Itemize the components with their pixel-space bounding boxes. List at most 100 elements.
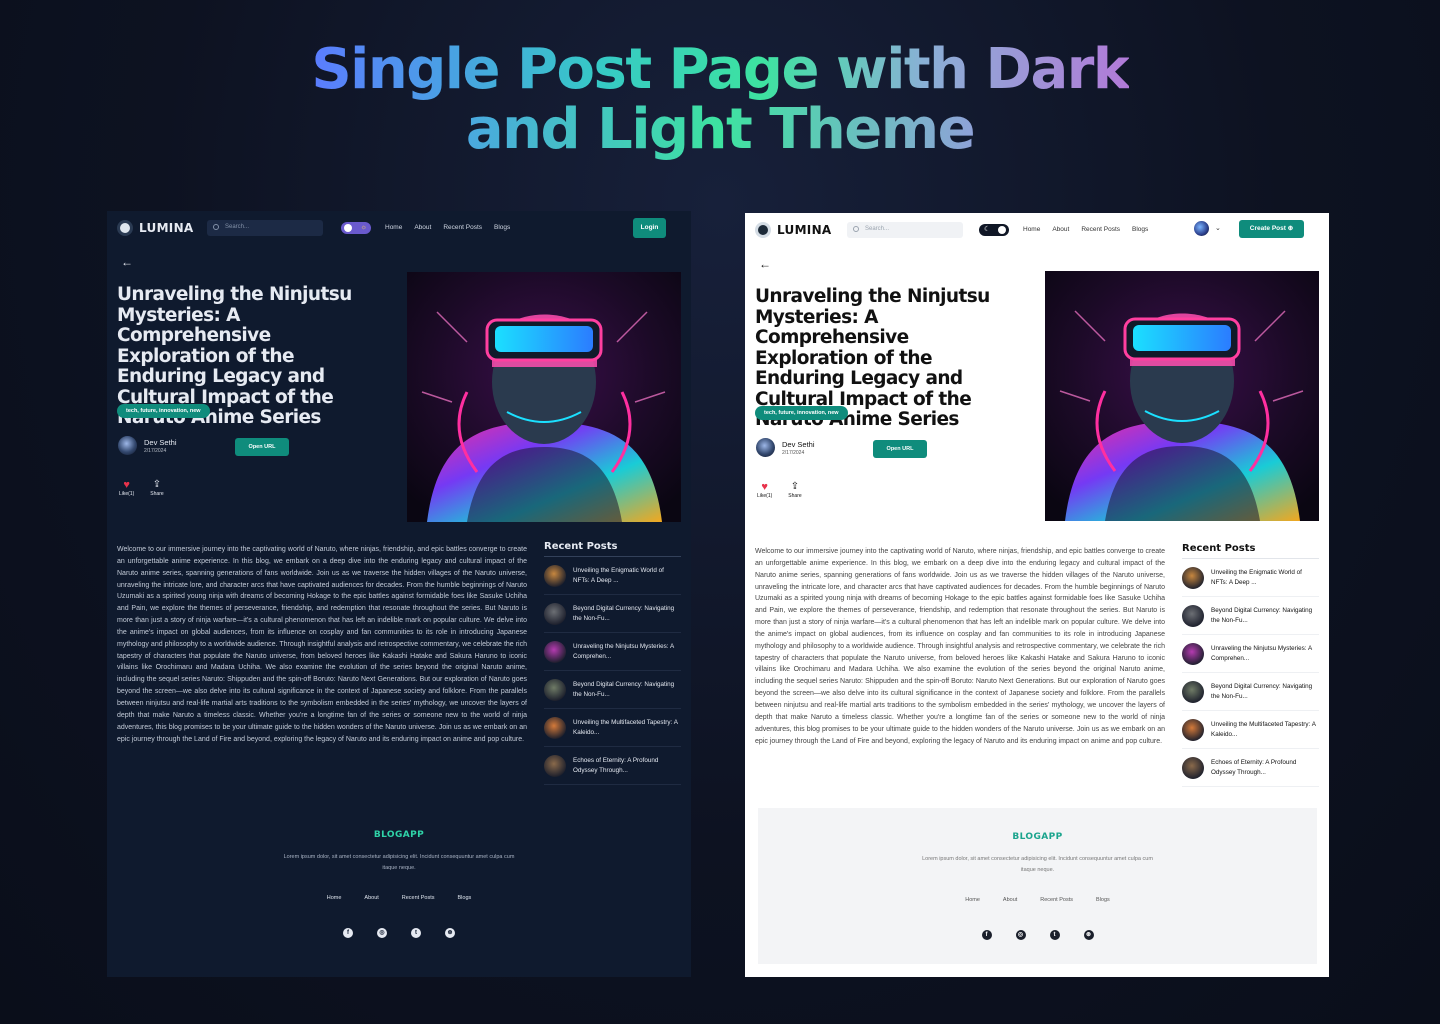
recent-post-title: Unveiling the Enigmatic World of NFTs: A…: [1211, 569, 1302, 586]
recent-post-item[interactable]: Unveiling the Enigmatic World of NFTs: A…: [1182, 559, 1319, 597]
recent-post-thumbnail: [544, 678, 566, 701]
recent-post-item[interactable]: Unveiling the Enigmatic World of NFTs: A…: [544, 557, 681, 595]
chevron-down-icon[interactable]: ⌄: [1215, 224, 1221, 232]
recent-post-item[interactable]: Unveiling the Multifaceted Tapestry: A K…: [544, 709, 681, 747]
recent-post-item[interactable]: Beyond Digital Currency: Navigating the …: [544, 595, 681, 633]
facebook-icon[interactable]: f: [343, 928, 353, 938]
footer-link-blogs[interactable]: Blogs: [1096, 897, 1110, 903]
logo-icon: [755, 222, 771, 238]
recent-post-thumbnail: [544, 640, 566, 663]
share-button[interactable]: ⇪ Share: [788, 481, 801, 499]
twitter-icon[interactable]: t: [411, 928, 421, 938]
like-label: Like(1): [757, 493, 773, 499]
nav-about[interactable]: About: [414, 224, 431, 231]
recent-post-title: Echoes of Eternity: A Profound Odyssey T…: [573, 757, 659, 774]
post-actions: ♥ Like(1) ⇪ Share: [757, 481, 802, 499]
footer-links: Home About Recent Posts Blogs: [107, 895, 691, 901]
post-date: 2/17/2024: [782, 449, 805, 456]
nav-home[interactable]: Home: [1023, 226, 1040, 233]
recent-post-title: Unraveling the Ninjutsu Mysteries: A Com…: [573, 643, 674, 660]
theme-toggle[interactable]: ☾: [979, 224, 1009, 236]
footer-links: Home About Recent Posts Blogs: [758, 897, 1317, 903]
post-body: Welcome to our immersive journey into th…: [117, 546, 527, 743]
login-button[interactable]: Login: [633, 218, 666, 238]
recent-post-item[interactable]: Beyond Digital Currency: Navigating the …: [544, 671, 681, 709]
create-post-button[interactable]: Create Post ⊕: [1239, 220, 1304, 238]
footer-link-recent-posts[interactable]: Recent Posts: [1040, 897, 1073, 903]
toggle-knob: [344, 224, 352, 232]
footer-link-home[interactable]: Home: [965, 897, 980, 903]
twitter-icon[interactable]: t: [1049, 930, 1060, 940]
footer-link-about[interactable]: About: [364, 895, 378, 901]
theme-icon: ☾: [984, 226, 991, 233]
author-avatar: [118, 436, 137, 455]
footer-link-about[interactable]: About: [1003, 897, 1017, 903]
user-avatar[interactable]: [1194, 221, 1209, 236]
search-placeholder: Search...: [225, 224, 250, 230]
nav-blogs[interactable]: Blogs: [1132, 226, 1148, 233]
share-icon: ⇪: [790, 481, 800, 492]
dribbble-icon[interactable]: ⊛: [1083, 930, 1094, 940]
recent-post-item[interactable]: Unraveling the Ninjutsu Mysteries: A Com…: [544, 633, 681, 671]
share-button[interactable]: ⇪ Share: [150, 479, 163, 497]
recent-post-thumbnail: [1182, 642, 1204, 665]
nav-recent-posts[interactable]: Recent Posts: [443, 224, 482, 231]
navbar: LUMINA Search... ☼ Home About Recent Pos…: [107, 211, 691, 247]
open-url-button[interactable]: Open URL: [873, 440, 927, 458]
nav-home[interactable]: Home: [385, 224, 402, 231]
back-arrow-icon[interactable]: ←: [759, 257, 771, 271]
recent-post-item[interactable]: Echoes of Eternity: A Profound Odyssey T…: [544, 747, 681, 785]
recent-post-item[interactable]: Echoes of Eternity: A Profound Odyssey T…: [1182, 749, 1319, 787]
recent-post-thumbnail: [544, 564, 566, 587]
recent-post-title: Unveiling the Multifaceted Tapestry: A K…: [573, 719, 678, 736]
recent-post-item[interactable]: Unveiling the Multifaceted Tapestry: A K…: [1182, 711, 1319, 749]
recent-posts: Recent Posts Unveiling the Enigmatic Wor…: [1182, 543, 1319, 787]
social-links: f ◎ t ⊛: [107, 928, 691, 938]
nav-about[interactable]: About: [1052, 226, 1069, 233]
footer-description: Lorem ipsum dolor, sit amet consectetur …: [922, 856, 1153, 873]
search-input[interactable]: Search...: [847, 222, 963, 238]
recent-post-title: Echoes of Eternity: A Profound Odyssey T…: [1211, 759, 1297, 776]
recent-post-thumbnail: [544, 602, 566, 625]
share-label: Share: [150, 491, 164, 497]
recent-post-title: Beyond Digital Currency: Navigating the …: [1211, 683, 1313, 700]
post-cover-image: [407, 272, 681, 522]
recent-post-thumbnail: [544, 716, 566, 739]
open-url-button[interactable]: Open URL: [235, 438, 289, 456]
heart-icon: ♥: [761, 481, 768, 493]
logo[interactable]: LUMINA: [755, 222, 832, 238]
nav-blogs[interactable]: Blogs: [494, 224, 510, 231]
recent-post-title: Beyond Digital Currency: Navigating the …: [1211, 607, 1313, 624]
back-arrow-icon[interactable]: ←: [121, 255, 133, 269]
instagram-icon[interactable]: ◎: [377, 928, 387, 938]
recent-post-item[interactable]: Beyond Digital Currency: Navigating the …: [1182, 673, 1319, 711]
search-input[interactable]: Search...: [207, 220, 323, 236]
theme-toggle[interactable]: ☼: [341, 222, 371, 234]
footer-link-blogs[interactable]: Blogs: [458, 895, 472, 901]
footer-link-home[interactable]: Home: [327, 895, 342, 901]
logo[interactable]: LUMINA: [117, 220, 194, 236]
tags-badge: tech, future, innovation, new: [755, 406, 848, 420]
facebook-icon[interactable]: f: [981, 930, 992, 940]
recent-post-thumbnail: [1182, 756, 1204, 779]
dribbble-icon[interactable]: ⊛: [445, 928, 455, 938]
share-label: Share: [788, 493, 802, 499]
footer-link-recent-posts[interactable]: Recent Posts: [402, 895, 435, 901]
author-name: Dev Sethi: [782, 439, 815, 449]
logo-text: LUMINA: [777, 223, 832, 237]
nav-links: Home About Recent Posts Blogs: [1023, 226, 1148, 233]
recent-post-thumbnail: [1182, 566, 1204, 589]
nav-recent-posts[interactable]: Recent Posts: [1081, 226, 1120, 233]
recent-post-thumbnail: [1182, 718, 1204, 741]
like-button[interactable]: ♥ Like(1): [757, 481, 772, 499]
footer-description: Lorem ipsum dolor, sit amet consectetur …: [283, 854, 515, 871]
footer-brand: BLOGAPP: [373, 830, 425, 840]
footer: BLOGAPP Lorem ipsum dolor, sit amet cons…: [107, 806, 691, 966]
recent-posts-heading: Recent Posts: [1182, 543, 1319, 559]
recent-post-item[interactable]: Unraveling the Ninjutsu Mysteries: A Com…: [1182, 635, 1319, 673]
recent-post-item[interactable]: Beyond Digital Currency: Navigating the …: [1182, 597, 1319, 635]
heart-icon: ♥: [123, 479, 130, 491]
like-button[interactable]: ♥ Like(1): [119, 479, 134, 497]
recent-post-title: Beyond Digital Currency: Navigating the …: [573, 681, 675, 698]
instagram-icon[interactable]: ◎: [1015, 930, 1026, 940]
